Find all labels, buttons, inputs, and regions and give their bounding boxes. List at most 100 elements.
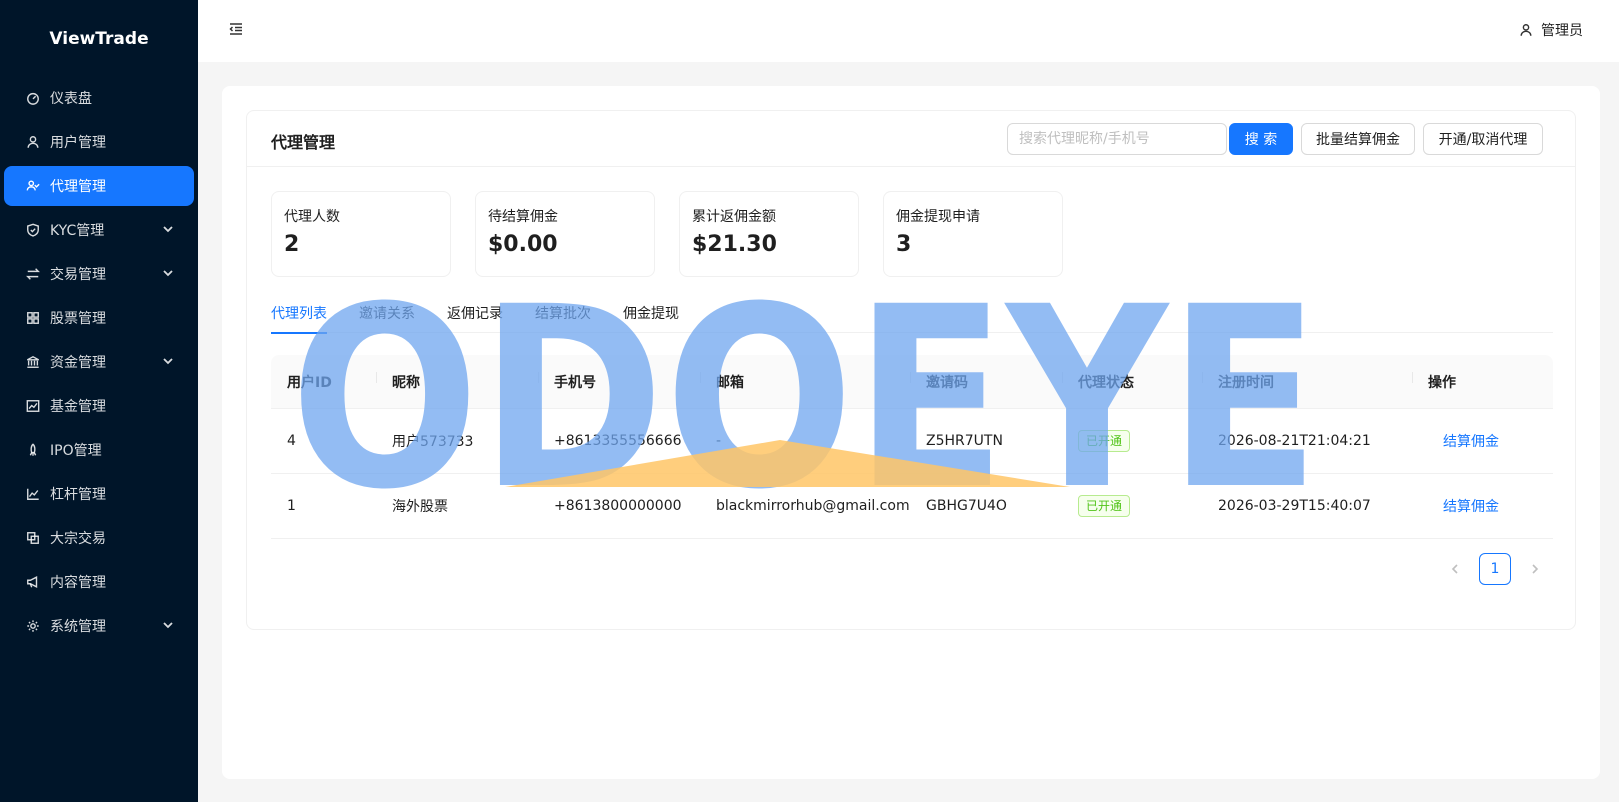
cell-status: 已开通: [1062, 430, 1202, 452]
settle-commission-link[interactable]: 结算佣金: [1428, 496, 1499, 516]
notification-icon: [26, 575, 40, 589]
sidebar-item-system[interactable]: 系统管理: [4, 606, 194, 646]
sidebar-item-label: 大宗交易: [50, 531, 106, 547]
table-row: 1 海外股票 +8613800000000 blackmirrorhub@gma…: [271, 474, 1553, 539]
sidebar-item-trading[interactable]: 交易管理: [4, 254, 194, 294]
toggle-agent-button[interactable]: 开通/取消代理: [1423, 123, 1543, 155]
stat-value: $21.30: [692, 232, 777, 257]
stat-value: $0.00: [488, 232, 558, 257]
sidebar-item-ipo[interactable]: IPO管理: [4, 430, 194, 470]
column-header: 邮箱: [700, 371, 910, 392]
settle-commission-link[interactable]: 结算佣金: [1428, 431, 1499, 451]
stats-row: 代理人数 2 待结算佣金 $0.00 累计返佣金额 $21.30 佣金提现申请 …: [271, 191, 1087, 277]
cell-action: 结算佣金: [1412, 496, 1553, 516]
sidebar-item-agents[interactable]: 代理管理: [4, 166, 194, 206]
block-icon: [26, 531, 40, 545]
sidebar-item-fund-management[interactable]: 基金管理: [4, 386, 194, 426]
user-menu[interactable]: 管理员: [1519, 20, 1583, 40]
cell-user-id: 4: [287, 433, 296, 449]
batch-settle-button[interactable]: 批量结算佣金: [1301, 123, 1415, 155]
search-input[interactable]: [1007, 123, 1227, 155]
chevron-down-icon: [162, 619, 174, 631]
cell-nickname: 用户573733: [392, 434, 474, 450]
cell-registered: 2026-08-21T21:04:21: [1218, 433, 1371, 449]
rocket-icon: [26, 443, 40, 457]
sidebar-item-label: 代理管理: [50, 179, 106, 195]
line-chart-icon: [26, 487, 40, 501]
column-header: 用户ID: [287, 374, 332, 391]
cell-phone: +8613800000000: [554, 498, 682, 514]
shield-icon: [26, 223, 40, 237]
bank-icon: [26, 355, 40, 369]
stat-label: 累计返佣金额: [692, 209, 776, 225]
app-logo: ViewTrade: [49, 29, 149, 49]
next-page-icon[interactable]: [1519, 553, 1551, 585]
stat-card-pending-commission: 待结算佣金 $0.00: [475, 191, 655, 277]
prev-page-icon[interactable]: [1439, 553, 1471, 585]
sidebar-item-label: IPO管理: [50, 443, 102, 459]
swap-icon: [26, 267, 40, 281]
cell-registered: 2026-03-29T15:40:07: [1218, 498, 1371, 514]
cell-status: 已开通: [1062, 495, 1202, 517]
pagination: 1: [1439, 553, 1551, 585]
chevron-down-icon: [162, 267, 174, 279]
cell-email: blackmirrorhub@gmail.com: [716, 498, 910, 514]
cell-user-id: 1: [287, 498, 296, 514]
cell-action: 结算佣金: [1412, 431, 1553, 451]
sidebar-item-label: 杠杆管理: [50, 487, 106, 503]
stat-label: 待结算佣金: [488, 209, 558, 225]
sidebar-item-label: 交易管理: [50, 267, 106, 283]
sidebar-item-content[interactable]: 内容管理: [4, 562, 194, 602]
sidebar-item-label: 仪表盘: [50, 91, 92, 107]
page-title: 代理管理: [271, 133, 336, 152]
sidebar-item-kyc[interactable]: KYC管理: [4, 210, 194, 250]
card-header: 代理管理 搜 索 批量结算佣金 开通/取消代理: [247, 111, 1575, 167]
stat-label: 代理人数: [284, 209, 340, 225]
column-header: 注册时间: [1202, 371, 1412, 392]
cell-invite-code: Z5HR7UTN: [926, 433, 1003, 449]
stat-card-agent-count: 代理人数 2: [271, 191, 451, 277]
sidebar-item-block-trade[interactable]: 大宗交易: [4, 518, 194, 558]
tab-settlement-batches[interactable]: 结算批次: [535, 291, 591, 333]
tab-commission-withdraw[interactable]: 佣金提现: [623, 291, 679, 333]
setting-icon: [26, 619, 40, 633]
agent-table: 用户ID 昵称 手机号 邮箱 邀请码 代理状态 注册时间 操作 4 用户5737…: [271, 355, 1553, 539]
stat-label: 佣金提现申请: [896, 209, 980, 225]
sidebar-item-funds[interactable]: 资金管理: [4, 342, 194, 382]
column-header: 邀请码: [910, 371, 1062, 392]
table-header: 用户ID 昵称 手机号 邮箱 邀请码 代理状态 注册时间 操作: [271, 355, 1553, 409]
sidebar-menu: 仪表盘 用户管理 代理管理 KYC管理 交易管理 股票管理 资金管理 基金管理 …: [0, 78, 198, 646]
sidebar-item-dashboard[interactable]: 仪表盘: [4, 78, 194, 118]
sidebar-item-leverage[interactable]: 杠杆管理: [4, 474, 194, 514]
search-button[interactable]: 搜 索: [1229, 123, 1293, 155]
agent-icon: [26, 179, 40, 193]
chevron-down-icon: [162, 223, 174, 235]
cell-phone: +8613355556666: [554, 433, 682, 449]
sidebar-item-users[interactable]: 用户管理: [4, 122, 194, 162]
dashboard-icon: [26, 91, 40, 105]
column-header: 操作: [1412, 371, 1553, 392]
main-content: 代理管理 搜 索 批量结算佣金 开通/取消代理 代理人数 2 待结算佣金 $0.…: [222, 86, 1600, 779]
stat-card-total-rebate: 累计返佣金额 $21.30: [679, 191, 859, 277]
status-badge: 已开通: [1078, 495, 1131, 517]
column-header: 代理状态: [1062, 371, 1202, 392]
menu-fold-icon[interactable]: [228, 21, 244, 37]
cell-invite-code: GBHG7U4O: [926, 498, 1007, 514]
status-badge: 已开通: [1078, 430, 1131, 452]
cell-email: -: [716, 433, 722, 449]
stat-card-withdraw-requests: 佣金提现申请 3: [883, 191, 1063, 277]
tab-invite-relations[interactable]: 邀请关系: [359, 291, 415, 333]
user-name: 管理员: [1541, 23, 1583, 39]
page-number[interactable]: 1: [1479, 553, 1511, 585]
sidebar-item-label: 系统管理: [50, 619, 106, 635]
sidebar: ViewTrade 仪表盘 用户管理 代理管理 KYC管理 交易管理 股票管理: [0, 0, 198, 802]
tab-agent-list[interactable]: 代理列表: [271, 291, 327, 334]
tab-rebate-records[interactable]: 返佣记录: [447, 291, 503, 333]
cell-nickname: 海外股票: [392, 499, 448, 515]
sidebar-item-stocks[interactable]: 股票管理: [4, 298, 194, 338]
stat-value: 2: [284, 232, 300, 257]
chevron-down-icon: [162, 355, 174, 367]
sidebar-item-label: 基金管理: [50, 399, 106, 415]
column-header: 手机号: [538, 371, 700, 392]
user-icon: [26, 135, 40, 149]
